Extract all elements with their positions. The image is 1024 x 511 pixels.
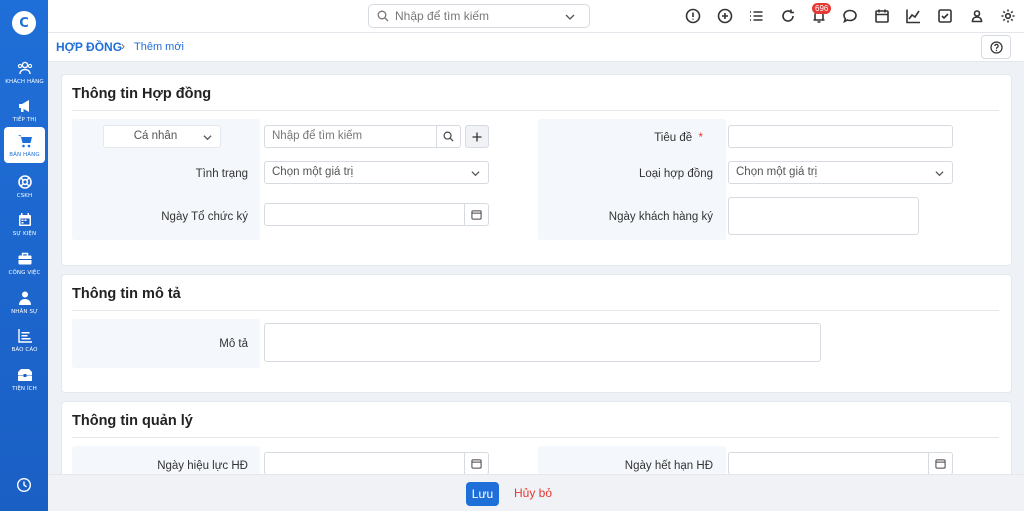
status-label: Tình trạng — [195, 168, 248, 180]
sidebar-item-label: BÁO CÁO — [11, 346, 38, 353]
top-bar: Nhập để tìm kiếm 696 — [48, 0, 1024, 33]
add-circle-icon[interactable] — [717, 8, 733, 24]
breadcrumb-current: Thêm mới — [134, 41, 184, 53]
description-textarea[interactable] — [264, 323, 821, 362]
expiry-date-label: Ngày hết hạn HĐ — [624, 460, 713, 472]
calendar-button[interactable] — [464, 453, 488, 474]
customer-sign-date-label: Ngày khách hàng ký — [608, 211, 713, 223]
chart-icon[interactable] — [905, 8, 921, 24]
contract-info-card: Thông tin Hợp đồng Cá nhân Nhập để tìm k… — [61, 74, 1012, 266]
chevron-down-icon — [935, 171, 944, 177]
app-logo[interactable]: C — [12, 11, 36, 35]
save-button[interactable]: Lưu — [466, 482, 499, 506]
description-info-card: Thông tin mô tả Mô tả — [61, 274, 1012, 393]
briefcase-icon — [18, 252, 31, 264]
section-title: Thông tin Hợp đồng — [72, 86, 212, 102]
calendar-icon — [471, 210, 482, 220]
search-icon — [443, 131, 454, 142]
calendar-icon — [471, 459, 482, 469]
breadcrumb: HỢP ĐỒNG › Thêm mới — [48, 33, 1024, 62]
sidebar-item-sales[interactable]: BÁN HÀNG — [4, 127, 45, 163]
notification-badge: 696 — [812, 3, 832, 14]
help-icon — [989, 40, 1003, 54]
search-icon — [377, 10, 389, 22]
customer-search-placeholder: Nhập để tìm kiếm — [272, 130, 363, 142]
section-title: Thông tin quản lý — [72, 413, 193, 429]
sidebar-item-customers[interactable]: KHÁCH HÀNG — [4, 54, 45, 90]
title-label: Tiêu đề * — [654, 132, 703, 144]
report-icon — [17, 328, 32, 343]
form-footer: Lưu Hủy bỏ — [48, 474, 1024, 511]
status-select[interactable]: Chọn một giá trị — [264, 161, 489, 184]
sidebar: C KHÁCH HÀNG TIẾP THỊ BÁN HÀNG CSKH SỰ K… — [0, 0, 48, 511]
title-label-text: Tiêu đề — [654, 132, 693, 144]
chat-icon[interactable] — [842, 8, 858, 24]
sidebar-item-tasks[interactable]: CÔNG VIỆC — [4, 245, 45, 281]
add-customer-button[interactable] — [465, 125, 489, 148]
cart-icon — [17, 134, 32, 147]
effective-date-label: Ngày hiệu lực HĐ — [157, 460, 248, 472]
title-input[interactable] — [728, 125, 953, 148]
management-info-card: Thông tin quản lý Ngày hiệu lực HĐ Ngày … — [61, 401, 1012, 482]
sidebar-item-events[interactable]: SỰ KIỆN — [4, 206, 45, 242]
required-mark: * — [698, 132, 703, 144]
user-icon[interactable] — [969, 8, 985, 24]
org-sign-date-input[interactable] — [264, 203, 489, 226]
contract-type-label: Loại hợp đồng — [638, 168, 713, 180]
alert-icon[interactable] — [685, 8, 701, 24]
support-icon — [17, 174, 32, 189]
users-icon — [17, 61, 32, 74]
section-title: Thông tin mô tả — [72, 286, 181, 302]
cancel-button[interactable]: Hủy bỏ — [514, 486, 552, 500]
breadcrumb-section[interactable]: HỢP ĐỒNG — [56, 40, 122, 54]
sidebar-item-reports[interactable]: BÁO CÁO — [4, 322, 45, 358]
customer-sign-date-input[interactable] — [728, 197, 919, 235]
global-search-input[interactable]: Nhập để tìm kiếm — [368, 4, 590, 28]
person-icon — [18, 291, 31, 305]
sidebar-item-marketing[interactable]: TIẾP THỊ — [4, 92, 45, 128]
sidebar-item-hr[interactable]: NHÂN SỰ — [4, 284, 45, 320]
megaphone-icon — [18, 99, 29, 112]
sidebar-item-label: CÔNG VIỆC — [8, 269, 41, 276]
toolbox-icon — [17, 368, 32, 381]
checkbox-icon[interactable] — [937, 8, 953, 24]
clock-icon[interactable] — [16, 477, 32, 493]
chevron-right-icon: › — [121, 39, 125, 53]
calendar-button[interactable] — [928, 453, 952, 474]
customer-search-button[interactable] — [436, 126, 460, 147]
status-value: Chọn một giá trị — [272, 166, 354, 178]
sidebar-item-label: TIẾP THỊ — [12, 116, 37, 123]
sidebar-item-label: CSKH — [16, 192, 33, 199]
calendar-icon — [18, 212, 31, 226]
contract-type-value: Chọn một giá trị — [736, 166, 818, 178]
chevron-down-icon — [203, 135, 212, 141]
sidebar-item-label: KHÁCH HÀNG — [5, 78, 44, 85]
search-placeholder: Nhập để tìm kiếm — [395, 9, 490, 23]
calendar-button[interactable] — [464, 204, 488, 225]
sidebar-item-utilities[interactable]: TIỆN ÍCH — [4, 361, 45, 397]
effective-date-input[interactable] — [264, 452, 489, 475]
chevron-down-icon — [565, 14, 575, 20]
sidebar-item-label: NHÂN SỰ — [11, 308, 38, 315]
org-sign-date-label: Ngày Tổ chức ký — [161, 211, 248, 223]
plus-icon — [472, 132, 482, 141]
customer-type-value: Cá nhân — [133, 130, 178, 142]
list-icon[interactable] — [748, 8, 764, 24]
contract-type-select[interactable]: Chọn một giá trị — [728, 161, 953, 184]
calendar-icon — [935, 459, 946, 469]
desc-label: Mô tả — [219, 338, 248, 350]
expiry-date-input[interactable] — [728, 452, 953, 475]
sidebar-item-label: BÁN HÀNG — [9, 151, 40, 158]
help-button[interactable] — [981, 35, 1011, 59]
calendar-icon[interactable] — [874, 8, 890, 24]
gear-icon[interactable] — [1000, 8, 1016, 24]
sidebar-item-label: TIỆN ÍCH — [12, 385, 37, 392]
customer-search-input[interactable]: Nhập để tìm kiếm — [264, 125, 461, 148]
sidebar-item-label: SỰ KIỆN — [12, 230, 37, 237]
chevron-down-icon — [471, 171, 480, 177]
customer-type-select[interactable]: Cá nhân — [103, 125, 221, 148]
sidebar-item-support[interactable]: CSKH — [4, 168, 45, 204]
refresh-icon[interactable] — [780, 8, 796, 24]
